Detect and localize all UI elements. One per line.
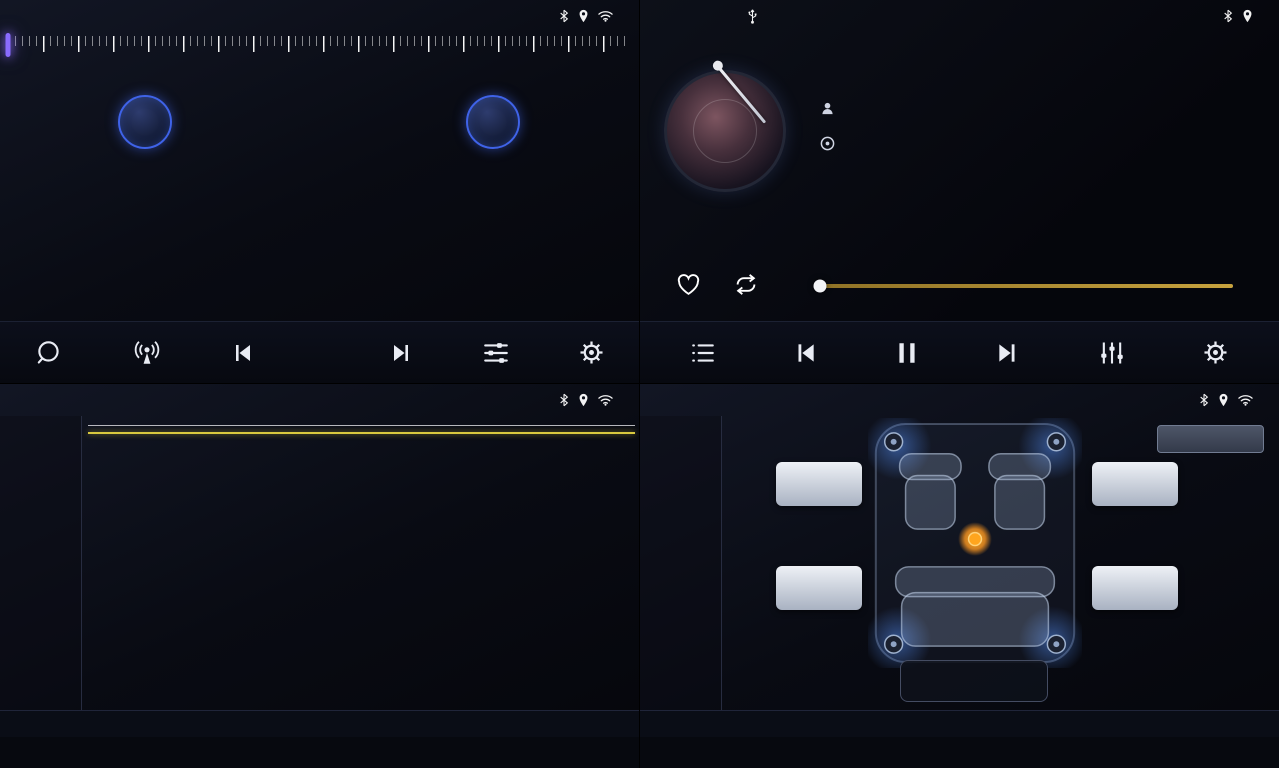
- surround-status-bar: [640, 384, 1279, 416]
- gain-scale: [82, 472, 108, 642]
- ruler-major-ticks: [8, 36, 631, 52]
- radio-status-bar: [0, 0, 639, 32]
- audio-sliders-icon[interactable]: [482, 340, 510, 366]
- tune-up-button[interactable]: [466, 95, 520, 149]
- pause-icon[interactable]: [895, 340, 919, 366]
- vinyl-disc: [664, 70, 786, 192]
- location-icon: [578, 393, 589, 407]
- eq-response-curve: [88, 432, 635, 434]
- scan-icon[interactable]: [34, 338, 64, 368]
- wifi-icon: [1238, 394, 1253, 406]
- audio-tab-icons: [0, 737, 639, 768]
- playback-progress-row: [640, 270, 1279, 304]
- player-status-bar: [640, 0, 1279, 32]
- sound-preset-button[interactable]: [1157, 425, 1264, 453]
- increase-delay-button[interactable]: [901, 661, 939, 701]
- radio-screen: [0, 0, 640, 384]
- music-player-screen: [640, 0, 1279, 384]
- album-art: [664, 70, 786, 192]
- bluetooth-icon: [559, 9, 569, 23]
- decrease-delay-button[interactable]: [1009, 661, 1047, 701]
- eq-preset-list: [0, 416, 82, 710]
- bluetooth-icon: [1199, 393, 1209, 407]
- wifi-icon: [598, 10, 613, 22]
- album-row: [820, 136, 844, 151]
- spectrum-visualizer: [977, 86, 1255, 222]
- wifi-icon: [598, 394, 613, 406]
- settings-gear-icon[interactable]: [578, 339, 605, 366]
- favorite-heart-icon[interactable]: [676, 273, 701, 301]
- artist-row: [820, 101, 844, 116]
- settings-gear-icon[interactable]: [1202, 339, 1229, 366]
- artist-icon: [820, 101, 835, 116]
- previous-track-icon[interactable]: [792, 340, 818, 366]
- location-icon: [1242, 9, 1253, 23]
- progress-slider[interactable]: [820, 284, 1233, 288]
- frequency-ruler[interactable]: [8, 36, 631, 58]
- rear-right-delay-button[interactable]: [1092, 566, 1178, 610]
- eq-status-bar: [0, 384, 639, 416]
- location-icon: [1218, 393, 1229, 407]
- car-cabin-graphic: [868, 418, 1082, 668]
- repeat-icon[interactable]: [732, 273, 760, 301]
- audio-tab-icons: [640, 737, 1279, 768]
- playlist-icon[interactable]: [690, 341, 716, 365]
- rear-left-delay-button[interactable]: [776, 566, 862, 610]
- radio-toolbar: [0, 321, 639, 383]
- previous-station-icon[interactable]: [230, 341, 254, 365]
- audio-tabs: [640, 710, 1279, 737]
- delay-adjust-bar: [900, 660, 1048, 702]
- audio-tabs: [0, 710, 639, 737]
- next-track-icon[interactable]: [995, 340, 1021, 366]
- front-left-delay-button[interactable]: [776, 462, 862, 506]
- progress-knob[interactable]: [814, 280, 827, 293]
- bluetooth-icon: [1223, 9, 1233, 23]
- broadcast-icon[interactable]: [132, 339, 162, 367]
- location-icon: [578, 9, 589, 23]
- bluetooth-icon: [559, 393, 569, 407]
- equalizer-faders-icon[interactable]: [1098, 339, 1126, 367]
- equalizer-screen: [0, 384, 640, 768]
- tuner-indicator[interactable]: [6, 33, 11, 57]
- album-disc-icon: [820, 136, 835, 151]
- listening-mode-list: [640, 416, 722, 710]
- usb-icon: [747, 8, 758, 24]
- quad-split-display: [0, 0, 1279, 768]
- front-right-delay-button[interactable]: [1092, 462, 1178, 506]
- next-station-icon[interactable]: [390, 341, 414, 365]
- player-toolbar: [640, 321, 1279, 383]
- progress-fill: [820, 284, 1233, 288]
- tune-down-button[interactable]: [118, 95, 172, 149]
- eq-band-sliders: [114, 468, 633, 650]
- eq-reference-line: [88, 425, 635, 426]
- surround-sound-screen: [640, 384, 1279, 768]
